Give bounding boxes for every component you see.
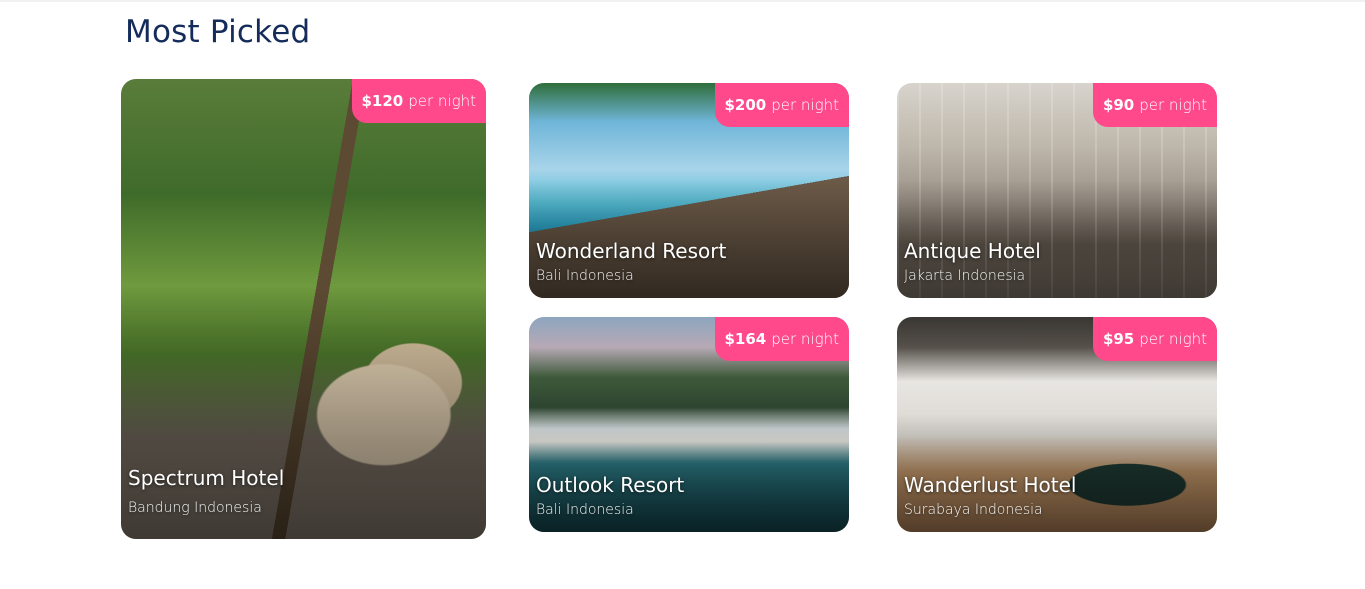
price-unit: per night: [1139, 330, 1207, 348]
hotel-name[interactable]: Antique Hotel: [904, 239, 1041, 263]
price-value: $120: [361, 92, 404, 110]
hotel-name[interactable]: Wonderland Resort: [536, 239, 726, 263]
price-badge: $90 per night: [1092, 83, 1217, 127]
price-unit: per night: [771, 96, 839, 114]
price-unit: per night: [771, 330, 839, 348]
hotel-location: Bali Indonesia: [536, 268, 634, 284]
hotel-card-spectrum[interactable]: $120 per night Spectrum Hotel Bandung In…: [121, 79, 486, 539]
price-value: $164: [724, 330, 767, 348]
hotel-name[interactable]: Wanderlust Hotel: [904, 473, 1076, 497]
hotel-card-outlook[interactable]: $164 per night Outlook Resort Bali Indon…: [529, 317, 849, 532]
price-badge: $164 per night: [714, 317, 849, 361]
hotel-location: Jakarta Indonesia: [904, 268, 1026, 284]
price-value: $95: [1102, 330, 1135, 348]
section-title: Most Picked: [125, 14, 311, 50]
hotel-card-antique[interactable]: $90 per night Antique Hotel Jakarta Indo…: [897, 83, 1217, 298]
hotel-location: Surabaya Indonesia: [904, 502, 1043, 518]
price-badge: $95 per night: [1092, 317, 1217, 361]
hotel-location: Bali Indonesia: [536, 502, 634, 518]
price-badge: $200 per night: [714, 83, 849, 127]
hotel-location: Bandung Indonesia: [128, 500, 262, 516]
hotel-card-wanderlust[interactable]: $95 per night Wanderlust Hotel Surabaya …: [897, 317, 1217, 532]
hotel-name[interactable]: Spectrum Hotel: [128, 466, 284, 490]
price-unit: per night: [1139, 96, 1207, 114]
price-value: $90: [1102, 96, 1135, 114]
price-unit: per night: [408, 92, 476, 110]
top-divider: [0, 0, 1365, 2]
hotel-name[interactable]: Outlook Resort: [536, 473, 684, 497]
price-badge: $120 per night: [351, 79, 486, 123]
price-value: $200: [724, 96, 767, 114]
hotel-card-wonderland[interactable]: $200 per night Wonderland Resort Bali In…: [529, 83, 849, 298]
